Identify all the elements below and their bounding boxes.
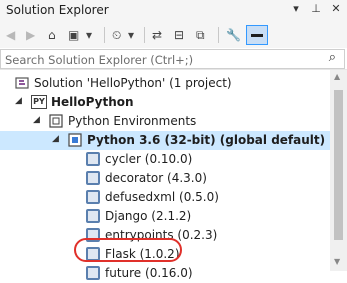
highlight-circle <box>74 238 182 262</box>
package-icon <box>86 266 100 280</box>
dropdown-icon[interactable]: ▾ <box>289 2 303 15</box>
switch-views-icon[interactable]: ▣ <box>68 26 79 44</box>
expanded-arrow-icon[interactable]: ◢ <box>15 96 22 106</box>
search-dropdown-icon[interactable]: ⌕ <box>329 50 336 65</box>
package-icon <box>86 171 100 185</box>
show-all-files-icon[interactable]: ⧉ <box>196 26 205 44</box>
package-label: defusedxml (0.5.0) <box>105 190 219 204</box>
toolbar-separator <box>144 27 145 43</box>
vertical-scrollbar[interactable]: ▲ ▼ <box>330 70 347 271</box>
toolbar-separator <box>104 27 105 43</box>
package-item[interactable]: Django (2.1.2) <box>0 207 330 226</box>
package-item[interactable]: defusedxml (0.5.0) <box>0 188 330 207</box>
tree-item-solution[interactable]: Solution 'HelloPython' (1 project) <box>0 74 330 93</box>
package-label: Django (2.1.2) <box>105 209 192 223</box>
close-icon[interactable]: ✕ <box>329 2 343 15</box>
scrollbar-thumb[interactable] <box>334 90 343 240</box>
package-label: future (0.16.0) <box>105 266 193 280</box>
back-icon[interactable]: ◀ <box>6 26 15 44</box>
title-bar: Solution Explorer ▾ ⊥ ✕ <box>0 0 347 22</box>
tree-item-project[interactable]: ◢ PY HelloPython <box>0 93 330 112</box>
pending-changes-filter-icon[interactable]: ⏲ <box>112 26 121 44</box>
package-icon <box>86 209 100 223</box>
toolbar: ◀ ▶ ⌂ ▣ ▾ ⏲ ▾ ⇄ ⊟ ⧉ 🔧 <box>0 22 347 48</box>
title-buttons: ▾ ⊥ ✕ <box>289 2 343 15</box>
tree-item-python-environments[interactable]: ◢ Python Environments <box>0 112 330 131</box>
collapse-all-icon[interactable]: ⊟ <box>174 26 184 44</box>
package-item[interactable]: decorator (4.3.0) <box>0 169 330 188</box>
solution-icon <box>15 76 29 90</box>
package-icon <box>86 190 100 204</box>
search-box[interactable]: Search Solution Explorer (Ctrl+;) ⌕ <box>0 49 345 69</box>
switch-views-dropdown-icon[interactable]: ▾ <box>86 26 92 44</box>
package-item[interactable]: cycler (0.10.0) <box>0 150 330 169</box>
package-label: decorator (4.3.0) <box>105 171 207 185</box>
tree-item-label: HelloPython <box>51 95 134 109</box>
package-icon <box>86 152 100 166</box>
toolbar-separator <box>218 27 219 43</box>
preview-icon <box>251 34 263 37</box>
sync-icon[interactable]: ⇄ <box>152 26 162 44</box>
package-label: cycler (0.10.0) <box>105 152 193 166</box>
filter-dropdown-icon[interactable]: ▾ <box>128 26 134 44</box>
scroll-down-icon[interactable]: ▼ <box>334 257 340 266</box>
tree-item-label: Solution 'HelloPython' (1 project) <box>34 76 232 90</box>
interpreter-icon <box>68 133 82 147</box>
expanded-arrow-icon[interactable]: ◢ <box>33 115 40 125</box>
python-project-icon: PY <box>31 95 47 109</box>
properties-wrench-icon[interactable]: 🔧 <box>226 26 241 44</box>
window-title: Solution Explorer <box>6 3 109 17</box>
scroll-up-icon[interactable]: ▲ <box>334 72 340 81</box>
preview-selected-items-button[interactable] <box>246 25 268 45</box>
tree-item-label: Python 3.6 (32-bit) (global default) <box>87 133 326 147</box>
package-item[interactable]: future (0.16.0) <box>0 264 330 283</box>
tree-item-label: Python Environments <box>68 114 197 128</box>
forward-icon[interactable]: ▶ <box>26 26 35 44</box>
home-icon[interactable]: ⌂ <box>48 26 56 44</box>
search-input[interactable]: Search Solution Explorer (Ctrl+;) <box>5 53 193 67</box>
tree-item-interpreter[interactable]: ◢ Python 3.6 (32-bit) (global default) <box>0 131 330 150</box>
environments-icon <box>49 114 63 128</box>
pin-icon[interactable]: ⊥ <box>309 2 323 15</box>
expanded-arrow-icon[interactable]: ◢ <box>52 134 59 144</box>
